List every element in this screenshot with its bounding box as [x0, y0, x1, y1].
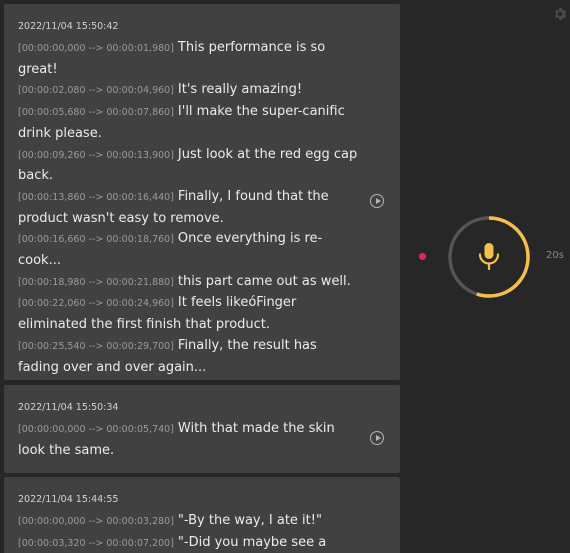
gear-icon[interactable] [552, 6, 568, 22]
transcript-line: [00:00:13,860 --> 00:00:16,440] Finally, … [18, 187, 360, 229]
recorder-panel: 20s [404, 0, 570, 553]
play-icon[interactable] [370, 194, 384, 208]
transcript-card: 2022/11/04 15:50:34 [00:00:00,000 --> 00… [4, 385, 400, 473]
transcript-line: [00:00:16,660 --> 00:00:18,760] Once ever… [18, 229, 360, 271]
transcript-line: [00:00:25,540 --> 00:00:29,700] Finally, … [18, 336, 360, 378]
line-text: "-Did you maybe see a [177, 534, 327, 550]
transcript-date: 2022/11/04 15:50:34 [18, 402, 119, 413]
transcript-date: 2022/11/04 15:44:55 [18, 494, 119, 505]
line-timestamp: [00:00:00,000 --> 00:00:01,980] [18, 43, 174, 54]
app-window: 2022/11/04 15:50:42 [00:00:00,000 --> 00… [0, 0, 570, 553]
transcript-line: [00:00:02,080 --> 00:00:04,960] It's real… [18, 80, 360, 102]
transcript-line: [00:00:05,680 --> 00:00:07,860] I'll make… [18, 102, 360, 144]
line-timestamp: [00:00:25,540 --> 00:00:29,700] [18, 340, 174, 352]
line-text: It's really amazing! [177, 82, 303, 98]
transcript-list[interactable]: 2022/11/04 15:50:42 [00:00:00,000 --> 00… [0, 0, 404, 553]
transcript-line: [00:00:03,320 --> 00:00:07,200] "-Did you… [18, 533, 360, 553]
line-timestamp: [00:00:00,000 --> 00:00:03,280] [18, 516, 174, 527]
duration-label: 20s [546, 250, 564, 261]
line-timestamp: [00:00:13,860 --> 00:00:16,440] [18, 191, 174, 203]
line-timestamp: [00:00:16,660 --> 00:00:18,760] [18, 234, 174, 246]
microphone-icon [478, 243, 500, 271]
line-text: "-By the way, I ate it!" [177, 513, 322, 528]
transcript-line: [00:00:22,060 --> 00:00:24,960] It feels … [18, 293, 360, 335]
transcript-card: 2022/11/04 15:44:55 [00:00:00,000 --> 00… [4, 477, 400, 553]
line-timestamp: [00:00:02,080 --> 00:00:04,960] [18, 85, 174, 97]
transcript-card: 2022/11/04 15:50:42 [00:00:00,000 --> 00… [4, 4, 400, 380]
line-text: this part came out as well. [177, 273, 351, 289]
line-timestamp: [00:00:22,060 --> 00:00:24,960] [18, 298, 174, 310]
line-timestamp: [00:00:00,000 --> 00:00:05,740] [18, 424, 174, 435]
transcript-line: [00:00:00,000 --> 00:00:01,980] This perf… [18, 38, 360, 80]
transcript-line: [00:00:18,980 --> 00:00:21,880] this part… [18, 272, 360, 294]
line-timestamp: [00:00:03,320 --> 00:00:07,200] [18, 537, 174, 549]
line-timestamp: [00:00:09,260 --> 00:00:13,900] [18, 149, 174, 161]
transcript-line: [00:00:09,260 --> 00:00:13,900] Just look… [18, 145, 360, 187]
line-timestamp: [00:00:05,680 --> 00:00:07,860] [18, 107, 174, 119]
line-timestamp: [00:00:18,980 --> 00:00:21,880] [18, 276, 174, 288]
recording-indicator [419, 253, 426, 260]
transcript-date: 2022/11/04 15:50:42 [18, 21, 119, 32]
transcript-line: [00:00:00,000 --> 00:00:05,740] With that… [18, 419, 360, 461]
record-button[interactable] [446, 214, 532, 300]
play-icon[interactable] [370, 431, 384, 445]
transcript-line: [00:00:00,000 --> 00:00:03,280] "-By the … [18, 511, 360, 533]
